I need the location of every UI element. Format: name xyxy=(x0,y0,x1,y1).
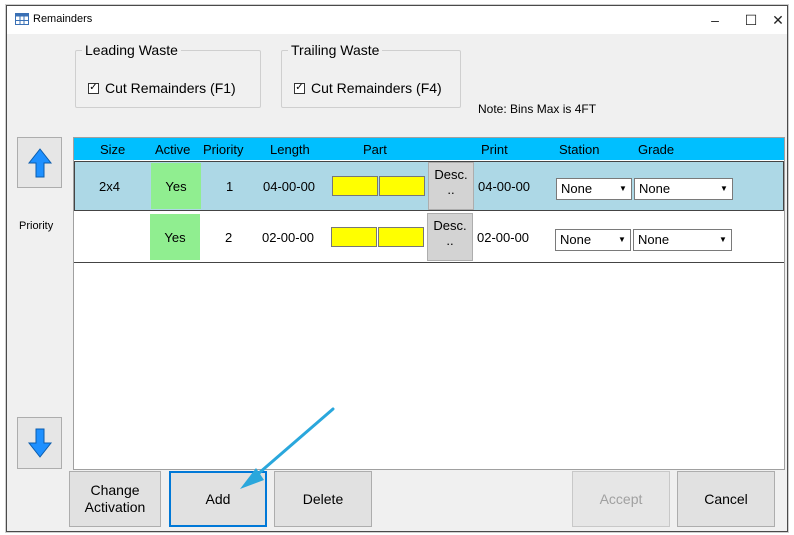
part-color-box[interactable] xyxy=(332,176,378,196)
dropdown-arrow-icon: ▼ xyxy=(619,184,627,193)
row-print: 02-00-00 xyxy=(477,230,530,245)
header-priority: Priority xyxy=(203,142,244,157)
grid-header: Size Active Priority Length Part Print S… xyxy=(74,138,784,160)
row-size: 2x4 xyxy=(99,179,120,194)
description-button[interactable]: Desc. .. xyxy=(428,162,474,210)
header-part: Part xyxy=(363,142,387,157)
station-value: None xyxy=(560,232,592,247)
remainders-grid: Size Active Priority Length Part Print S… xyxy=(73,137,785,470)
minimize-button[interactable]: – xyxy=(697,6,733,34)
add-button[interactable]: Add xyxy=(169,471,267,527)
leading-waste-legend: Leading Waste xyxy=(85,42,178,58)
trailing-cut-remainders-label: Cut Remainders (F4) xyxy=(311,80,442,96)
description-label: Desc. xyxy=(433,218,467,233)
description-dots: .. xyxy=(447,182,455,197)
grade-value: None xyxy=(639,181,671,196)
bins-max-note: Note: Bins Max is 4FT xyxy=(478,102,597,116)
checkbox-check-icon: ✓ xyxy=(294,82,305,94)
part-color-box[interactable] xyxy=(331,227,377,247)
header-grade: Grade xyxy=(638,142,675,157)
row-length: 02-00-00 xyxy=(262,230,315,245)
trailing-waste-legend: Trailing Waste xyxy=(291,42,380,58)
trailing-cut-remainders-checkbox[interactable]: ✓ Cut Remainders (F4) xyxy=(294,80,442,96)
grade-select[interactable]: None ▼ xyxy=(634,178,733,200)
change-activation-line1: Change xyxy=(90,482,140,498)
maximize-button[interactable]: ☐ xyxy=(733,6,769,34)
station-select[interactable]: None ▼ xyxy=(556,178,632,200)
change-activation-line2: Activation xyxy=(84,499,146,515)
station-value: None xyxy=(561,181,593,196)
table-row[interactable]: 2x4 Yes 1 04-00-00 Desc. .. 04-00-00 Non… xyxy=(74,161,784,211)
table-row[interactable]: Yes 2 02-00-00 Desc. .. 02-00-00 None ▼ … xyxy=(74,213,784,263)
close-button[interactable]: ✕ xyxy=(765,6,791,34)
priority-label: Priority xyxy=(19,220,54,232)
dropdown-arrow-icon: ▼ xyxy=(719,235,727,244)
cancel-button[interactable]: Cancel xyxy=(677,471,775,527)
row-length: 04-00-00 xyxy=(263,179,316,194)
part-color-box[interactable] xyxy=(379,176,425,196)
dropdown-arrow-icon: ▼ xyxy=(720,184,728,193)
header-length: Length xyxy=(270,142,310,157)
trailing-waste-group: Trailing Waste xyxy=(281,42,461,108)
row-active[interactable]: Yes xyxy=(150,214,200,260)
leading-waste-group: Leading Waste xyxy=(75,42,261,108)
window-title: Remainders xyxy=(33,13,93,25)
description-dots: .. xyxy=(446,233,454,248)
priority-up-button[interactable] xyxy=(17,137,62,188)
header-station: Station xyxy=(559,142,600,157)
row-priority: 1 xyxy=(226,179,234,194)
checkbox-check-icon: ✓ xyxy=(88,82,99,94)
grid-table-icon xyxy=(15,13,29,25)
accept-button[interactable]: Accept xyxy=(572,471,670,527)
arrow-down-icon xyxy=(27,428,52,458)
title-bar: Remainders – ☐ ✕ xyxy=(7,6,787,34)
header-size: Size xyxy=(100,142,126,157)
remainders-window: Remainders – ☐ ✕ Leading Waste ✓ Cut Rem… xyxy=(6,5,788,532)
arrow-up-icon xyxy=(27,147,52,177)
grade-value: None xyxy=(638,232,670,247)
leading-cut-remainders-label: Cut Remainders (F1) xyxy=(105,80,236,96)
description-label: Desc. xyxy=(434,167,468,182)
priority-down-button[interactable] xyxy=(17,417,62,469)
row-priority: 2 xyxy=(225,230,233,245)
row-print: 04-00-00 xyxy=(478,179,531,194)
header-active: Active xyxy=(155,142,191,157)
delete-button[interactable]: Delete xyxy=(274,471,372,527)
row-active[interactable]: Yes xyxy=(151,163,201,209)
dropdown-arrow-icon: ▼ xyxy=(618,235,626,244)
grade-select[interactable]: None ▼ xyxy=(633,229,732,251)
description-button[interactable]: Desc. .. xyxy=(427,213,473,261)
station-select[interactable]: None ▼ xyxy=(555,229,631,251)
change-activation-button[interactable]: Change Activation xyxy=(69,471,161,527)
header-print: Print xyxy=(481,142,508,157)
leading-cut-remainders-checkbox[interactable]: ✓ Cut Remainders (F1) xyxy=(88,80,236,96)
part-color-box[interactable] xyxy=(378,227,424,247)
